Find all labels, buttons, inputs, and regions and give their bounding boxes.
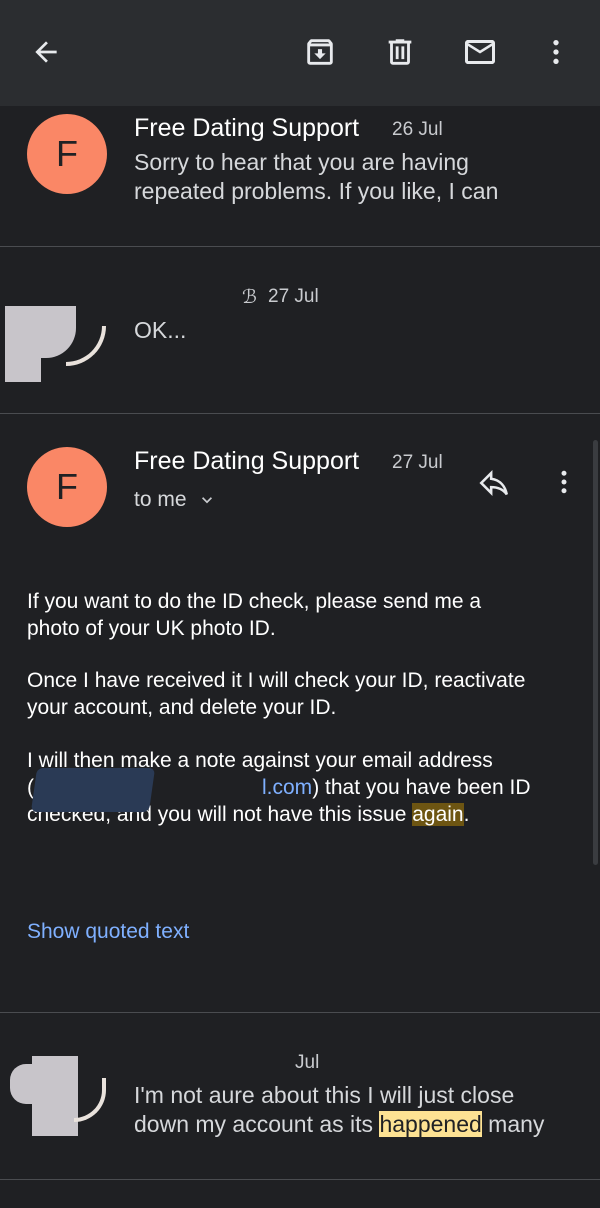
scrollbar[interactable]	[593, 440, 598, 865]
message-divider	[0, 1012, 600, 1013]
sender-avatar-redacted[interactable]	[0, 1052, 110, 1138]
sender-name: Free Dating Support	[134, 114, 360, 142]
message-date: 27 Jul	[392, 452, 443, 473]
sender-avatar[interactable]: F	[27, 114, 107, 194]
redaction-smear	[30, 768, 156, 812]
sender-name: ℬ	[242, 287, 257, 308]
message-divider	[0, 246, 600, 247]
body-text-fragment: ) that you have been ID	[312, 776, 531, 799]
message-snippet: OK...	[134, 317, 187, 343]
body-text-fragment: .	[463, 803, 470, 826]
message-date: Jul	[295, 1052, 320, 1073]
sender-name: Free Dating Support	[134, 447, 360, 475]
message-snippet-line: I'm not aure about this I will just clos…	[134, 1082, 515, 1108]
avatar-fragment	[66, 326, 106, 366]
recipient-details-toggle[interactable]: to me	[134, 488, 217, 512]
body-line: photo of your UK photo ID.	[27, 617, 276, 640]
message-more-icon[interactable]	[546, 464, 582, 500]
mark-unread-icon[interactable]	[456, 28, 504, 76]
email-link[interactable]: l.com	[262, 776, 312, 799]
more-vert-icon[interactable]	[532, 28, 580, 76]
avatar-letter: F	[56, 466, 78, 507]
message-date: 26 Jul	[392, 119, 443, 140]
reply-icon[interactable]	[474, 463, 514, 503]
redaction-block	[5, 306, 41, 382]
snippet-fragment: many	[481, 1111, 545, 1137]
redaction-block	[32, 1056, 78, 1136]
message-divider	[0, 1179, 600, 1180]
show-quoted-text-link[interactable]: Show quoted text	[27, 920, 189, 944]
sender-avatar[interactable]: F	[27, 447, 107, 527]
message-divider	[0, 413, 600, 414]
avatar-letter: F	[56, 133, 78, 174]
back-arrow-icon[interactable]	[22, 28, 70, 76]
top-app-bar	[0, 0, 600, 106]
message-body-paragraph: Once I have received it I will check you…	[27, 667, 572, 721]
search-highlight: again	[412, 803, 464, 826]
message-snippet-line: repeated problems. If you like, I can	[134, 178, 499, 204]
body-line: your account, and delete your ID.	[27, 696, 337, 719]
recipient-label: to me	[134, 488, 187, 511]
message-snippet-line: down my account as its happened many	[134, 1110, 544, 1139]
chevron-down-icon	[197, 490, 217, 510]
search-highlight: happened	[379, 1111, 482, 1137]
delete-icon[interactable]	[376, 28, 424, 76]
message-date: 27 Jul	[268, 286, 319, 307]
body-line: Once I have received it I will check you…	[27, 669, 526, 692]
body-line: If you want to do the ID check, please s…	[27, 590, 482, 613]
message-body-paragraph: If you want to do the ID check, please s…	[27, 588, 572, 642]
message-snippet-line: Sorry to hear that you are having	[134, 149, 469, 175]
snippet-fragment: down my account as its	[134, 1111, 380, 1137]
archive-icon[interactable]	[296, 28, 344, 76]
avatar-fragment	[74, 1078, 106, 1122]
sender-avatar-redacted[interactable]	[0, 306, 110, 386]
